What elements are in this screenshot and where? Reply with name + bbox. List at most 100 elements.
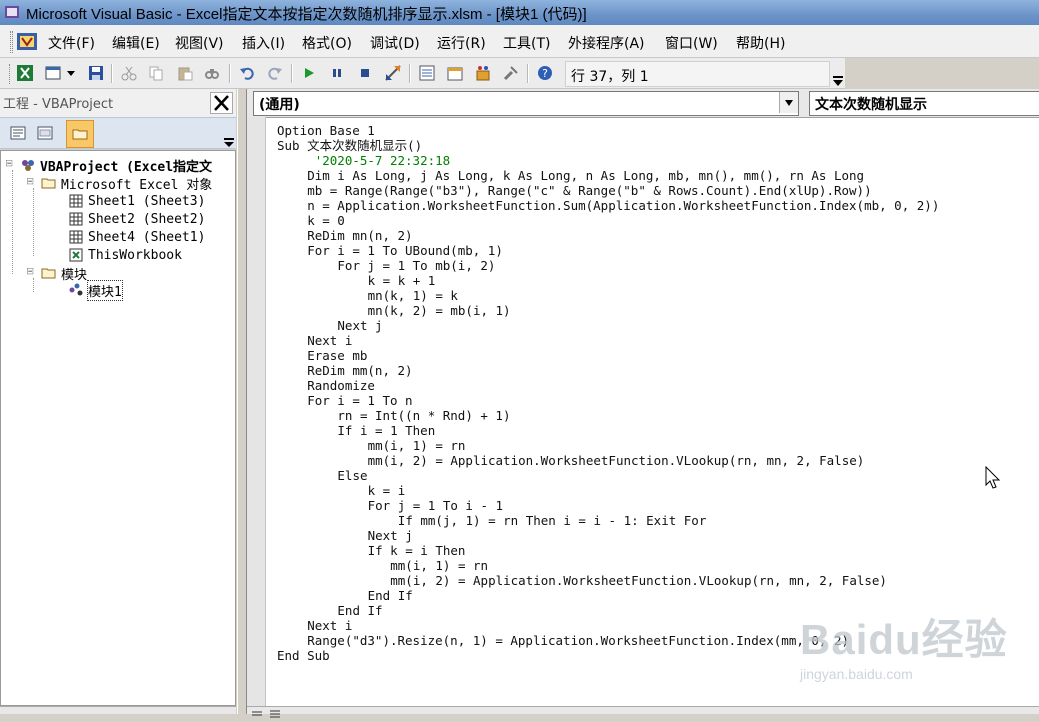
menu-edit[interactable]: 编辑(E) bbox=[112, 33, 160, 53]
code-line[interactable]: Sub 文本次数随机显示() bbox=[277, 138, 422, 153]
redo-icon[interactable] bbox=[265, 63, 285, 83]
code-line[interactable]: Option Base 1 bbox=[277, 123, 375, 138]
tree-item-sheet4[interactable]: Sheet4 (Sheet1) bbox=[68, 228, 205, 246]
code-line[interactable]: n = Application.WorksheetFunction.Sum(Ap… bbox=[307, 198, 939, 213]
help-icon[interactable]: ? bbox=[535, 63, 555, 83]
code-comment-line[interactable]: '2020-5-7 22:32:18 bbox=[307, 153, 450, 168]
view-code-icon[interactable] bbox=[9, 124, 29, 144]
code-line[interactable]: Next j bbox=[337, 318, 382, 333]
properties-icon[interactable] bbox=[445, 63, 465, 83]
vba-project-icon bbox=[22, 160, 34, 171]
window-title: Microsoft Visual Basic - Excel指定文本按指定次数随… bbox=[26, 6, 587, 23]
code-line[interactable]: Range("d3").Resize(n, 1) = Application.W… bbox=[307, 633, 849, 648]
toggle-folders-icon[interactable] bbox=[66, 120, 94, 148]
code-line[interactable]: Dim i As Long, j As Long, k As Long, n A… bbox=[307, 168, 864, 183]
code-line[interactable]: mn(k, 2) = mb(i, 1) bbox=[368, 303, 511, 318]
undo-icon[interactable] bbox=[237, 63, 257, 83]
project-toolbar-overflow-icon[interactable] bbox=[223, 136, 235, 148]
excel-view-icon[interactable] bbox=[15, 63, 35, 83]
code-line[interactable]: k = 0 bbox=[307, 213, 345, 228]
run-icon[interactable] bbox=[299, 63, 319, 83]
menu-addins[interactable]: 外接程序(A) bbox=[568, 33, 645, 53]
code-line[interactable]: For j = 1 To mb(i, 2) bbox=[337, 258, 495, 273]
toolbar-overflow-icon[interactable] bbox=[832, 70, 844, 88]
menu-bar: 文件(F) 编辑(E) 视图(V) 插入(I) 格式(O) 调试(D) 运行(R… bbox=[0, 25, 1039, 58]
tree-item-sheet2[interactable]: Sheet2 (Sheet2) bbox=[68, 210, 205, 228]
code-margin[interactable] bbox=[247, 117, 266, 706]
expand-minus-icon[interactable] bbox=[6, 160, 16, 170]
save-icon[interactable] bbox=[86, 63, 106, 83]
object-browser-icon[interactable] bbox=[473, 63, 493, 83]
break-icon[interactable] bbox=[327, 63, 347, 83]
code-line[interactable]: Erase mb bbox=[307, 348, 367, 363]
tree-item-sheet1[interactable]: Sheet1 (Sheet3) bbox=[68, 192, 205, 210]
code-line[interactable]: For i = 1 To UBound(mb, 1) bbox=[307, 243, 503, 258]
mouse-cursor-icon bbox=[985, 466, 1001, 489]
code-line[interactable]: If mm(j, 1) = rn Then i = i - 1: Exit Fo… bbox=[398, 513, 707, 528]
code-line[interactable]: If i = 1 Then bbox=[337, 423, 435, 438]
object-combobox[interactable]: (通用) bbox=[253, 91, 799, 116]
find-icon[interactable] bbox=[202, 63, 222, 83]
code-line[interactable]: ReDim mn(n, 2) bbox=[307, 228, 412, 243]
code-line[interactable]: mb = Range(Range("b3"), Range("c" & Rang… bbox=[307, 183, 871, 198]
insert-dropdown-icon[interactable] bbox=[64, 63, 78, 83]
menu-run[interactable]: 运行(R) bbox=[437, 33, 486, 53]
tree-label: ThisWorkbook bbox=[88, 247, 182, 263]
tree-item-excel-objects[interactable]: Microsoft Excel 对象 bbox=[27, 174, 212, 193]
code-line[interactable]: End Sub bbox=[277, 648, 330, 663]
code-line[interactable]: mm(i, 1) = rn bbox=[390, 558, 488, 573]
close-icon[interactable] bbox=[210, 92, 233, 114]
code-line[interactable]: k = i bbox=[368, 483, 406, 498]
toolbox-icon[interactable] bbox=[501, 63, 521, 83]
code-bottom-bar bbox=[247, 706, 1039, 718]
code-line[interactable]: Next j bbox=[368, 528, 413, 543]
code-line[interactable]: rn = Int((n * Rnd) + 1) bbox=[337, 408, 510, 423]
procedure-combobox-value: 文本次数随机显示 bbox=[815, 97, 927, 113]
code-line[interactable]: mm(i, 2) = Application.WorksheetFunction… bbox=[368, 453, 865, 468]
menu-window[interactable]: 窗口(W) bbox=[665, 33, 718, 53]
code-line[interactable]: k = k + 1 bbox=[368, 273, 436, 288]
procedure-combobox[interactable]: 文本次数随机显示 bbox=[809, 91, 1039, 116]
excel-vbe-icon[interactable] bbox=[15, 30, 39, 52]
tree-item-modules-folder[interactable]: 模块 bbox=[27, 264, 87, 283]
code-line[interactable]: Randomize bbox=[307, 378, 375, 393]
tree-item-vbaproject[interactable]: VBAProject (Excel指定文 bbox=[6, 156, 212, 175]
cut-icon[interactable] bbox=[119, 63, 139, 83]
expand-minus-icon[interactable] bbox=[27, 178, 37, 188]
code-line[interactable]: mn(k, 1) = k bbox=[368, 288, 458, 303]
pane-splitter[interactable] bbox=[237, 89, 247, 714]
baidu-jingyan-watermark: Baidu经验 jingyan.baidu.com bbox=[800, 598, 1035, 693]
reset-icon[interactable] bbox=[355, 63, 375, 83]
code-line[interactable]: For i = 1 To n bbox=[307, 393, 412, 408]
project-pane-title: 工程 - VBAProject bbox=[3, 97, 114, 112]
project-explorer-icon[interactable] bbox=[417, 63, 437, 83]
code-line[interactable]: End If bbox=[368, 588, 413, 603]
menu-file[interactable]: 文件(F) bbox=[48, 33, 95, 53]
project-pane-header: 工程 - VBAProject bbox=[0, 89, 236, 117]
menu-debug[interactable]: 调试(D) bbox=[370, 33, 420, 53]
tree-item-thisworkbook[interactable]: ThisWorkbook bbox=[68, 246, 182, 264]
menu-tools[interactable]: 工具(T) bbox=[503, 33, 550, 53]
code-line[interactable]: ReDim mm(n, 2) bbox=[307, 363, 412, 378]
tree-item-module1[interactable]: 模块1 bbox=[68, 279, 123, 301]
code-line[interactable]: If k = i Then bbox=[368, 543, 466, 558]
code-line[interactable]: Next i bbox=[307, 333, 352, 348]
menu-help[interactable]: 帮助(H) bbox=[736, 33, 785, 53]
expand-minus-icon[interactable] bbox=[27, 268, 37, 278]
copy-icon[interactable] bbox=[146, 63, 166, 83]
code-line[interactable]: mm(i, 1) = rn bbox=[368, 438, 466, 453]
chevron-down-icon[interactable] bbox=[779, 92, 798, 113]
paste-icon[interactable] bbox=[175, 63, 195, 83]
design-mode-icon[interactable] bbox=[383, 63, 403, 83]
menu-format[interactable]: 格式(O) bbox=[302, 33, 352, 53]
project-horizontal-scrollbar[interactable] bbox=[0, 706, 236, 714]
code-line[interactable]: Next i bbox=[307, 618, 352, 633]
menu-insert[interactable]: 插入(I) bbox=[242, 33, 285, 53]
view-object-icon[interactable] bbox=[36, 124, 56, 144]
code-line[interactable]: Else bbox=[337, 468, 367, 483]
insert-module-icon[interactable] bbox=[43, 63, 63, 83]
code-line[interactable]: mm(i, 2) = Application.WorksheetFunction… bbox=[390, 573, 887, 588]
menu-view[interactable]: 视图(V) bbox=[175, 33, 224, 53]
code-line[interactable]: For j = 1 To i - 1 bbox=[368, 498, 503, 513]
code-line[interactable]: End If bbox=[337, 603, 382, 618]
